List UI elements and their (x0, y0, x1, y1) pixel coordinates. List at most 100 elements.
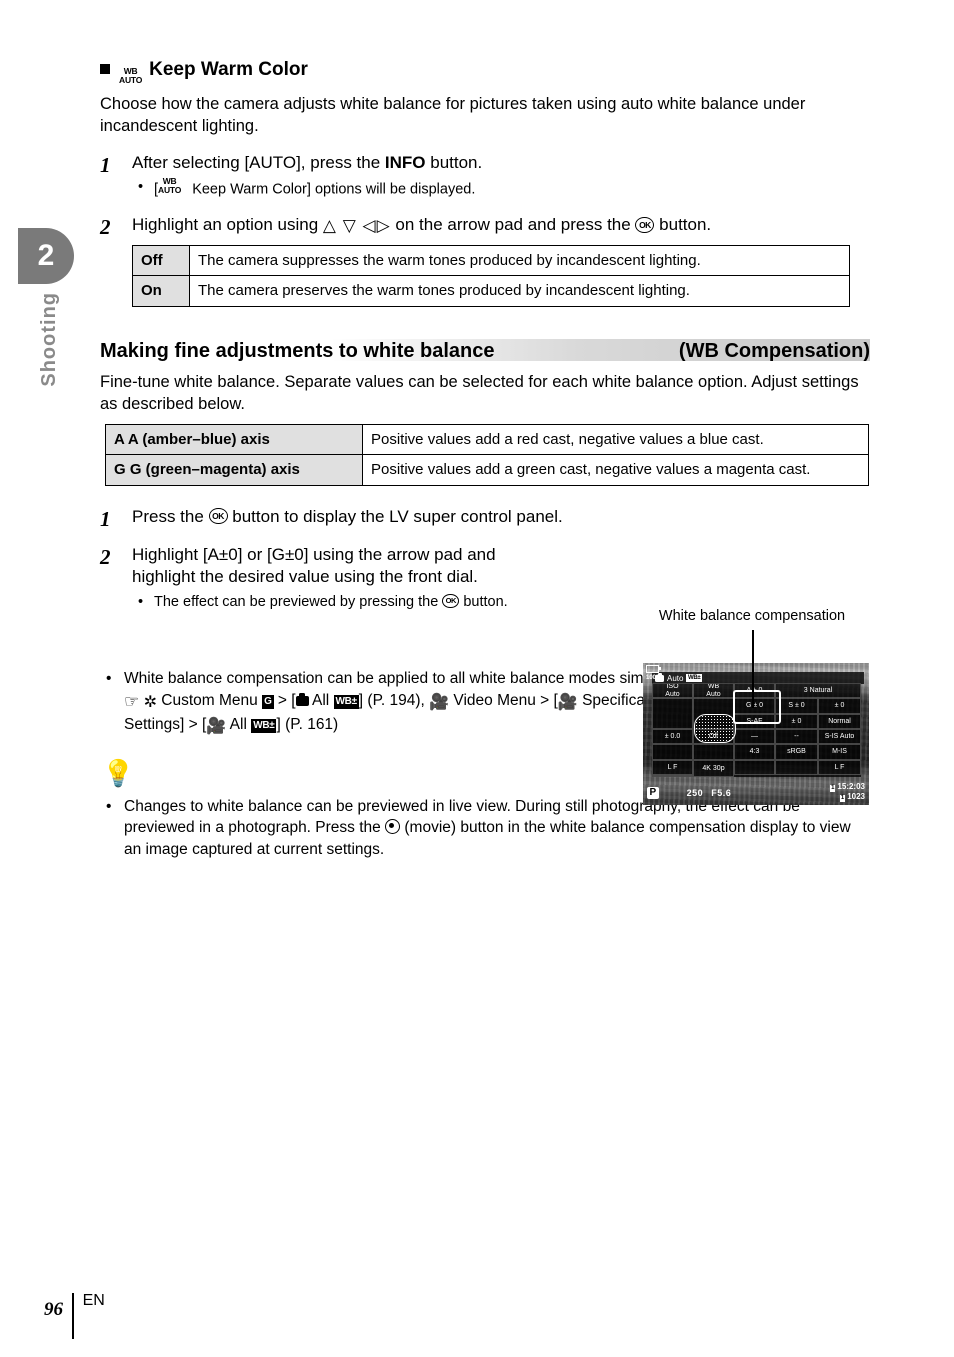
frames-remaining-label: 1023 (847, 791, 865, 801)
ok-button-icon: OK (635, 216, 655, 234)
section-heading-right: (WB Compensation) (678, 339, 870, 362)
lcd-bottom-bar: P 250 F5.6 1 15:2:03 1 1023 (643, 782, 869, 803)
aspect-ratio-cell[interactable]: 4:3 (734, 744, 775, 760)
square-bullet-icon (100, 64, 110, 74)
movie-is-cell[interactable]: M-IS (818, 744, 861, 760)
step-wbcomp-1: 1 Press the OK button to display the LV … (100, 506, 870, 532)
bullet-dot-icon: • (106, 797, 112, 815)
card-slot-icon: 1 (830, 784, 836, 792)
chapter-tab: 2 (18, 228, 74, 284)
battery-icon (646, 665, 661, 673)
color-creator-cell[interactable]: -- (775, 728, 818, 745)
step-text-line1: Highlight [A±0] or [G±0] using the arrow… (132, 544, 496, 564)
card-slot2-cell[interactable]: L F (818, 759, 861, 775)
wb-cell[interactable]: WB Auto (693, 683, 734, 699)
table-desc-cell: The camera suppresses the warm tones pro… (189, 244, 850, 277)
card-slot-icon: 1 (839, 794, 846, 802)
wb-comp-a-cell[interactable]: A ± 0 (734, 683, 775, 699)
chapter-name: Shooting (38, 292, 60, 387)
highlight-shadow-cell[interactable] (734, 759, 775, 775)
table-row: On The camera preserves the warm tones p… (132, 275, 850, 307)
wb-auto-icon: WB AUTO (158, 176, 182, 195)
table-key-cell: G G (green–magenta) axis (105, 454, 363, 486)
keep-warm-color-table: Off The camera suppresses the warm tones… (132, 244, 850, 307)
step-text-post: button. (425, 152, 483, 172)
gear-icon: ✲ (143, 693, 157, 711)
wb-compensation-icon: WB± (333, 695, 359, 709)
camera-lcd-screen: 100% Auto WB± ISO Auto WB Auto A ± 0 3 Nat… (643, 663, 869, 805)
movie-camera-icon: 🎥 (206, 717, 227, 735)
step-text: Press the OK button to display the LV su… (132, 506, 563, 526)
step-text-pre: After selecting [AUTO], press the (132, 152, 385, 172)
movie-settings-cell[interactable] (652, 774, 693, 777)
saturation-cell[interactable]: ± 0 (775, 713, 818, 729)
footer-divider (72, 1293, 74, 1339)
picture-mode-cell[interactable]: 3 Natural (775, 683, 861, 699)
pointing-hand-icon: ☞ (124, 691, 140, 711)
wb-axis-table: A A (amber–blue) axis Positive values ad… (105, 423, 869, 486)
table-row: Off The camera suppresses the warm tones… (132, 244, 850, 277)
ok-button-icon: OK (208, 507, 228, 525)
subsection-intro: Choose how the camera adjusts white bala… (100, 95, 806, 136)
figure-leader-line (752, 630, 755, 708)
section-heading-left: Making fine adjustments to white balance (100, 339, 495, 362)
art-filter-cell[interactable]: — (734, 728, 775, 745)
af-mode-cell[interactable]: S-AF (734, 713, 775, 729)
bullet-dot-icon: • (138, 593, 144, 610)
flash-comp-cell[interactable]: ± 0.0 (652, 728, 693, 745)
table-key-cell: A A (amber–blue) axis (105, 423, 363, 456)
info-button-label: INFO (384, 152, 426, 172)
lv-super-control-panel: ISO Auto WB Auto A ± 0 3 Natural G ± 0 S ±… (652, 683, 861, 777)
custom-menu-label: Custom Menu (161, 691, 258, 709)
substep: • The effect can be previewed by pressin… (132, 593, 627, 613)
step-keepwarm-1: 1 After selecting [AUTO], press the INFO… (100, 152, 870, 201)
wb-comp-g-cell[interactable]: G ± 0 (734, 698, 775, 714)
movie-camera-icon: 🎥 (557, 693, 578, 711)
page-language: EN (82, 1292, 105, 1309)
color-space-cell[interactable]: sRGB (775, 744, 818, 760)
table-key-cell: On (132, 275, 190, 307)
image-stabilizer-cell[interactable]: S-IS Auto (818, 728, 861, 745)
step-number: 1 (100, 506, 111, 531)
substep: • [WB AUTO Keep Warm Color] options will … (132, 176, 870, 200)
chapter-number: 2 (37, 239, 55, 272)
table-row: G G (green–magenta) axis Positive values… (105, 454, 869, 486)
card-slot1-cell[interactable]: L F (652, 759, 693, 775)
step-text: Highlight an option using △ ▽ ◁▷ on the … (132, 214, 870, 236)
iso-cell[interactable]: ISO Auto (652, 683, 693, 699)
movie-quality-cell[interactable]: 4K 30p (693, 759, 734, 777)
substep-text: [WB AUTO Keep Warm Color] options will be… (154, 176, 476, 198)
recording-time-label: 15:2:03 (837, 781, 865, 791)
movie-mode-cell[interactable] (775, 759, 818, 775)
note-text: White balance compensation can be applie… (124, 670, 726, 735)
list-item: • Changes to white balance can be previe… (100, 796, 870, 860)
step-keepwarm-2: 2 Highlight an option using △ ▽ ◁▷ on th… (100, 214, 870, 307)
subsection-heading: WB AUTO Keep Warm Color (100, 59, 870, 85)
movie-camera-icon: 🎥 (429, 693, 450, 711)
bullet-dot-icon: • (138, 179, 144, 196)
menu-tab-g-badge: G (262, 695, 274, 709)
remaining-frames: 1 15:2:03 1 1023 (830, 782, 865, 802)
gradation-cell[interactable]: Normal (818, 713, 861, 729)
wb-auto-icon: WB AUTO (119, 66, 143, 85)
section-intro: Fine-tune white balance. Separate values… (100, 372, 859, 414)
battery-indicator: 100% (646, 665, 661, 681)
drive-mode-cell[interactable] (652, 744, 693, 760)
table-desc-cell: Positive values add a green cast, negati… (362, 454, 869, 486)
sharpness-cell[interactable]: S ± 0 (775, 698, 818, 714)
metering-cell[interactable] (693, 744, 734, 760)
table-desc-cell: The camera preserves the warm tones prod… (189, 275, 850, 307)
step-wbcomp-2: 2 Highlight [A±0] or [G±0] using the arr… (100, 544, 870, 612)
tips-list: • Changes to white balance can be previe… (100, 796, 870, 860)
substep-text: The effect can be previewed by pressing … (154, 593, 508, 610)
bullet-dot-icon: • (106, 670, 112, 688)
af-target-pattern-icon (694, 714, 736, 743)
wb-compensation-icon: WB± (686, 674, 702, 682)
shooting-mode-label: Auto (667, 673, 684, 683)
table-desc-cell: Positive values add a red cast, negative… (362, 423, 869, 456)
page-number: 96 (44, 1299, 63, 1320)
shutter-speed-label: 250 (686, 788, 704, 798)
exposure-mode-badge: P (647, 786, 659, 800)
contrast-cell[interactable]: ± 0 (818, 698, 861, 714)
arrow-pad-icons: △ ▽ ◁▷ (322, 216, 391, 236)
